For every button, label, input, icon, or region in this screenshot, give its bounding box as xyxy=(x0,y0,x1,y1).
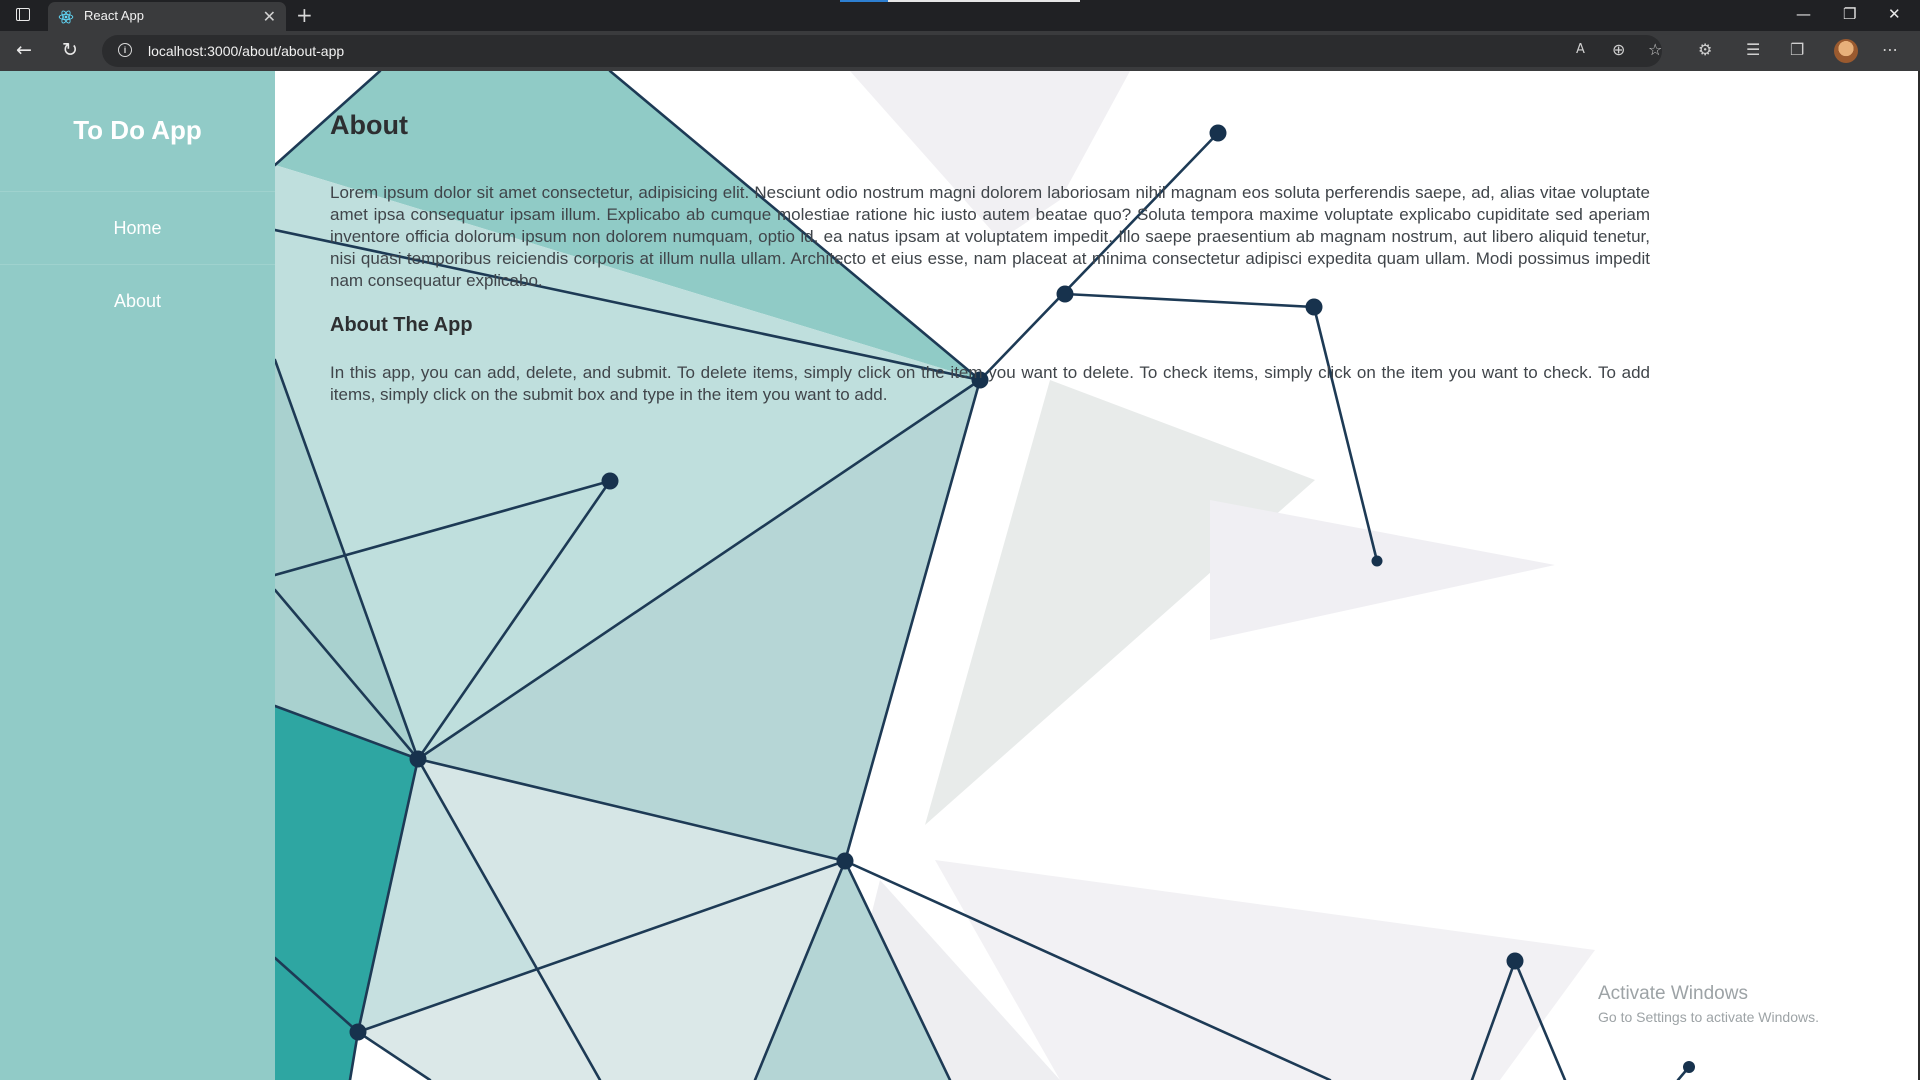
more-menu-icon[interactable]: ⋯ xyxy=(1882,40,1898,59)
about-content: About Lorem ipsum dolor sit amet consect… xyxy=(330,110,1650,404)
browser-tab-bar: React App ✕ + — ❐ ✕ xyxy=(0,0,1920,31)
site-info-icon[interactable]: i xyxy=(118,43,132,57)
nav-about[interactable]: About xyxy=(0,264,275,337)
loading-indicator xyxy=(840,0,1080,2)
section-paragraph: In this app, you can add, delete, and su… xyxy=(330,363,1650,404)
watermark-title: Activate Windows xyxy=(1598,983,1748,1004)
tab-actions-icon[interactable] xyxy=(16,8,30,21)
app-brand: To Do App xyxy=(73,115,202,145)
address-bar[interactable]: i localhost:3000/about/about-app xyxy=(102,35,1662,67)
tab-close-icon[interactable]: ✕ xyxy=(263,7,276,26)
browser-tab[interactable]: React App ✕ xyxy=(48,2,286,31)
address-toolbar: ← ↻ i localhost:3000/about/about-app A ⊕… xyxy=(0,31,1920,71)
tab-title: React App xyxy=(84,8,144,23)
close-window-button[interactable]: ✕ xyxy=(1888,5,1901,23)
refresh-icon[interactable]: ↻ xyxy=(62,39,78,61)
watermark-subtitle: Go to Settings to activate Windows. xyxy=(1598,1009,1819,1025)
zoom-icon[interactable]: ⊕ xyxy=(1612,40,1625,59)
favorite-add-icon[interactable]: ☆ xyxy=(1648,40,1662,59)
new-tab-button[interactable]: + xyxy=(296,3,313,27)
activate-windows-watermark: Activate Windows Go to Settings to activ… xyxy=(1598,983,1819,1025)
back-icon[interactable]: ← xyxy=(16,39,32,61)
profile-avatar[interactable] xyxy=(1834,39,1858,63)
section-title: About The App xyxy=(330,314,473,336)
favorites-icon[interactable]: ☰ xyxy=(1746,40,1760,59)
restore-button[interactable]: ❐ xyxy=(1843,5,1856,23)
nav-home[interactable]: Home xyxy=(0,191,275,264)
url-input[interactable]: localhost:3000/about/about-app xyxy=(148,43,344,59)
minimize-button[interactable]: — xyxy=(1796,5,1811,23)
sidebar: To Do App Home About xyxy=(0,71,275,1080)
extensions-icon[interactable]: ⚙ xyxy=(1698,40,1712,59)
read-aloud-icon[interactable]: A xyxy=(1576,42,1585,57)
collections-icon[interactable]: ❐ xyxy=(1790,40,1804,59)
react-logo-icon xyxy=(58,10,74,24)
page-title: About xyxy=(330,110,408,140)
intro-paragraph: Lorem ipsum dolor sit amet consectetur, … xyxy=(330,183,1650,290)
